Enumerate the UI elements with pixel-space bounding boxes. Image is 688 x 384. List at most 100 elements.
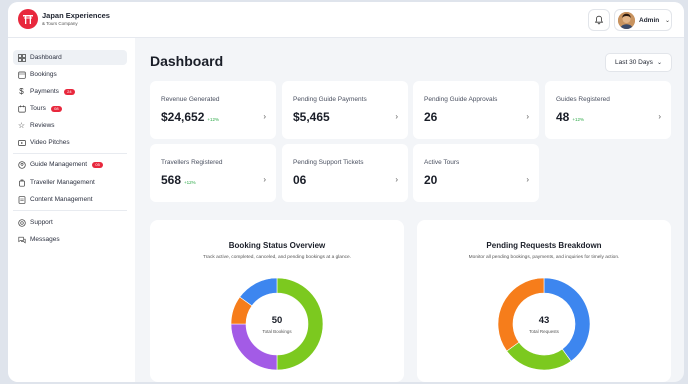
tours-count-badge: 08: [50, 105, 62, 112]
stat-label: Revenue Generated: [161, 96, 220, 103]
requests-donut-chart: 43 Total Requests: [494, 274, 594, 374]
sidebar-divider: [13, 153, 127, 154]
sidebar-item-label: Dashboard: [30, 54, 62, 61]
sidebar-item-label: Payments: [30, 88, 59, 95]
user-menu[interactable]: Admin ⌄: [614, 9, 672, 31]
brand-logo[interactable]: [18, 9, 38, 29]
stat-number: 06: [293, 173, 307, 187]
sidebar-item-content-management[interactable]: Content Management: [13, 192, 127, 207]
support-icon: [17, 218, 26, 227]
stat-card-pending-guide-approvals[interactable]: Pending Guide Approvals 26 ›: [413, 81, 539, 139]
stat-card-travellers-registered[interactable]: Travellers Registered 568 +12% ›: [150, 144, 276, 202]
stat-label: Pending Guide Approvals: [424, 96, 498, 103]
stat-label: Active Tours: [424, 159, 460, 166]
donut-center-label: Total Requests: [529, 329, 559, 334]
bookings-icon: [17, 70, 26, 79]
booking-donut-chart: 50 Total Bookings: [227, 274, 327, 374]
app-window: Japan Experiences & Tours Company Admin …: [8, 2, 684, 382]
stat-card-pending-support-tickets[interactable]: Pending Support Tickets 06 ›: [282, 144, 408, 202]
star-icon: ☆: [17, 121, 26, 130]
stat-card-pending-guide-payments[interactable]: Pending Guide Payments $5,465 ›: [282, 81, 408, 139]
booking-status-panel: Booking Status Overview Track active, co…: [150, 220, 404, 382]
sidebar-item-label: Bookings: [30, 71, 57, 78]
panel-title: Pending Requests Breakdown: [486, 241, 602, 250]
date-range-label: Last 30 Days: [615, 59, 653, 66]
stat-number: 568: [161, 173, 182, 187]
stat-label: Pending Guide Payments: [293, 96, 367, 103]
stat-label: Travellers Registered: [161, 159, 223, 166]
brand-name: Japan Experiences: [42, 11, 110, 20]
stat-change: +12%: [572, 117, 584, 122]
stat-card-revenue[interactable]: Revenue Generated $24,652 +12% ›: [150, 81, 276, 139]
sidebar-item-guide-management[interactable]: Guide Management 05: [13, 157, 127, 172]
chevron-right-icon: ›: [263, 112, 266, 121]
sidebar-item-payments[interactable]: $ Payments 24: [13, 84, 127, 99]
sidebar-item-label: Messages: [30, 236, 60, 243]
stat-value: $24,652 +12%: [161, 110, 219, 124]
chevron-right-icon: ›: [658, 112, 661, 121]
bell-icon: [594, 15, 604, 25]
stat-change: +12%: [184, 180, 196, 185]
top-bar: Japan Experiences & Tours Company Admin …: [8, 2, 684, 38]
sidebar-item-label: Video Pitches: [30, 139, 70, 146]
panel-subtitle: Monitor all pending bookings, payments, …: [468, 255, 620, 260]
sidebar: Dashboard Bookings $ Payments 24 Tours 0…: [8, 38, 135, 382]
panel-title: Booking Status Overview: [228, 241, 326, 250]
chevron-right-icon: ›: [395, 175, 398, 184]
donut-center-label: Total Bookings: [262, 329, 292, 334]
stat-value: 48 +12%: [556, 110, 584, 124]
avatar: [618, 12, 635, 29]
page-title: Dashboard: [150, 53, 224, 69]
messages-icon: [17, 235, 26, 244]
sidebar-item-label: Traveller Management: [30, 179, 95, 186]
sidebar-item-dashboard[interactable]: Dashboard: [13, 50, 127, 65]
stat-label: Pending Support Tickets: [293, 159, 364, 166]
sidebar-item-tours[interactable]: Tours 08: [13, 101, 127, 116]
donut-center-value: 43: [538, 315, 550, 326]
brand-tagline: & Tours Company: [42, 21, 78, 26]
sidebar-item-label: Guide Management: [30, 161, 88, 168]
traveller-icon: [17, 178, 26, 187]
stat-change: +12%: [207, 117, 220, 122]
guide-management-count-badge: 05: [92, 161, 104, 168]
sidebar-item-video-pitches[interactable]: Video Pitches: [13, 135, 127, 150]
sidebar-item-bookings[interactable]: Bookings: [13, 67, 127, 82]
sidebar-item-label: Tours: [30, 105, 46, 112]
stat-number: 20: [424, 173, 438, 187]
sidebar-item-label: Support: [30, 219, 53, 226]
chevron-right-icon: ›: [526, 112, 529, 121]
donut-slice: [506, 341, 572, 371]
stat-number: $24,652: [161, 110, 205, 124]
stat-number: 26: [424, 110, 438, 124]
stat-card-active-tours[interactable]: Active Tours 20 ›: [413, 144, 539, 202]
sidebar-item-support[interactable]: Support: [13, 215, 127, 230]
sidebar-item-reviews[interactable]: ☆ Reviews: [13, 118, 127, 133]
sidebar-item-label: Content Management: [30, 196, 93, 203]
chevron-right-icon: ›: [263, 175, 266, 184]
guide-icon: [17, 160, 26, 169]
date-range-select[interactable]: Last 30 Days ⌄: [605, 53, 672, 72]
dashboard-icon: [17, 53, 26, 62]
stat-value: 26: [424, 110, 437, 124]
stat-value: 06: [293, 173, 306, 187]
chevron-right-icon: ›: [526, 175, 529, 184]
notifications-button[interactable]: [588, 9, 610, 31]
panel-subtitle: Track active, completed, canceled, and p…: [202, 255, 352, 260]
stat-value: 20: [424, 173, 437, 187]
stat-value: $5,465: [293, 110, 330, 124]
pending-requests-panel: Pending Requests Breakdown Monitor all p…: [417, 220, 671, 382]
chevron-down-icon: ⌄: [665, 18, 671, 24]
stat-number: 48: [556, 110, 570, 124]
sidebar-item-messages[interactable]: Messages: [13, 232, 127, 247]
user-name: Admin: [639, 17, 660, 24]
tours-icon: [17, 104, 26, 113]
donut-center-value: 50: [271, 315, 283, 326]
sidebar-divider: [13, 210, 127, 211]
chevron-down-icon: ⌄: [656, 60, 662, 66]
sidebar-item-traveller-management[interactable]: Traveller Management: [13, 175, 127, 190]
content-icon: [17, 195, 26, 204]
video-icon: [17, 138, 26, 147]
sidebar-item-label: Reviews: [30, 122, 55, 129]
stat-card-guides-registered[interactable]: Guides Registered 48 +12% ›: [545, 81, 671, 139]
stat-label: Guides Registered: [556, 96, 610, 103]
